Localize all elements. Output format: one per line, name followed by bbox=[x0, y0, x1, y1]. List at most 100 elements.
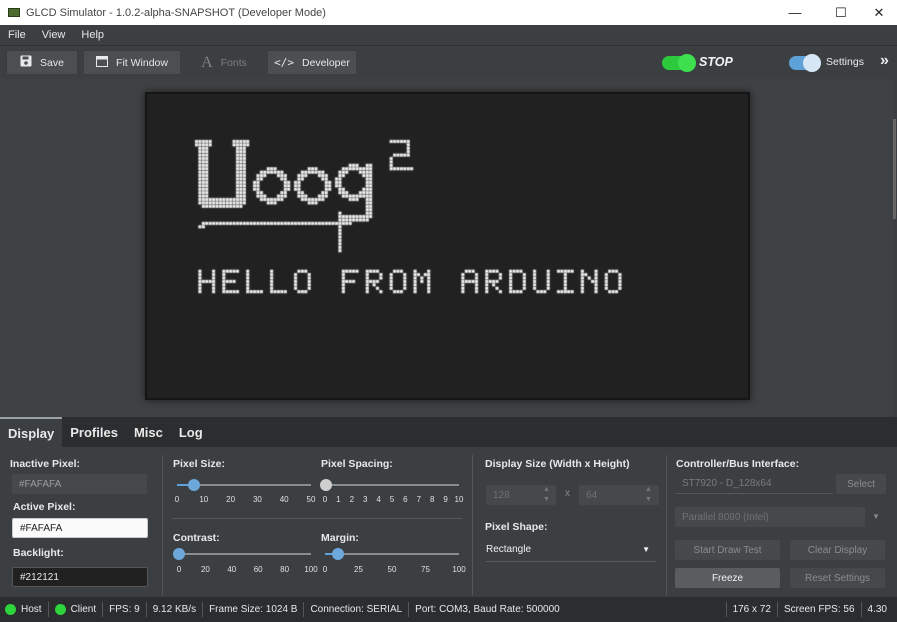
minimize-icon: — bbox=[788, 5, 802, 20]
client-status: Client bbox=[49, 602, 104, 617]
inactive-pixel-field[interactable]: #FAFAFA bbox=[12, 474, 147, 494]
glcd-pixel-canvas[interactable] bbox=[147, 94, 748, 398]
tab-misc[interactable]: Misc bbox=[126, 417, 171, 447]
pixel-shape-select[interactable]: Rectangle ▼ bbox=[480, 539, 656, 559]
menu-file[interactable]: File bbox=[8, 29, 26, 41]
margin-ticks: 0 25 50 75 100 bbox=[323, 565, 466, 575]
tick-label: 20 bbox=[226, 495, 236, 504]
stop-label: STOP bbox=[699, 55, 733, 69]
tick-label: 4 bbox=[376, 495, 381, 504]
scrollbar-thumb[interactable] bbox=[893, 119, 896, 219]
stop-toggle[interactable] bbox=[662, 54, 696, 72]
column-divider bbox=[666, 455, 667, 595]
font-icon: A bbox=[201, 53, 213, 71]
tick-label: 60 bbox=[253, 565, 263, 574]
contrast-slider[interactable] bbox=[173, 548, 311, 560]
tick-label: 10 bbox=[454, 495, 464, 504]
size-separator: x bbox=[565, 488, 570, 499]
fonts-label: Fonts bbox=[220, 56, 247, 69]
close-button[interactable]: ✕ bbox=[862, 0, 896, 25]
screen-fps-readout: Screen FPS: 56 bbox=[778, 602, 862, 617]
connection-readout: Connection: SERIAL bbox=[304, 602, 410, 617]
app-icon bbox=[8, 8, 20, 17]
tab-log[interactable]: Log bbox=[171, 417, 211, 447]
expand-chevron-icon[interactable]: » bbox=[880, 52, 889, 70]
menu-view[interactable]: View bbox=[42, 29, 66, 41]
host-status-dot-icon bbox=[5, 604, 16, 615]
freeze-button[interactable]: Freeze bbox=[675, 568, 780, 588]
start-draw-test-button[interactable]: Start Draw Test bbox=[675, 540, 780, 560]
tick-label: 10 bbox=[199, 495, 209, 504]
tick-label: 30 bbox=[252, 495, 262, 504]
tick-label: 5 bbox=[389, 495, 395, 504]
settings-tabs: Display Profiles Misc Log bbox=[0, 417, 897, 447]
resolution-readout: 176 x 72 bbox=[725, 602, 778, 617]
developer-label: Developer bbox=[302, 56, 350, 69]
pixel-size-thumb[interactable] bbox=[188, 479, 200, 491]
window-title: GLCD Simulator - 1.0.2-alpha-SNAPSHOT (D… bbox=[26, 6, 326, 19]
margin-label: Margin: bbox=[321, 532, 359, 544]
settings-toggle[interactable] bbox=[789, 54, 821, 72]
maximize-button[interactable]: ☐ bbox=[824, 0, 858, 25]
pixel-size-slider[interactable] bbox=[177, 479, 311, 491]
contrast-ticks: 0 20 40 60 80 100 bbox=[177, 565, 318, 575]
slider-divider bbox=[172, 518, 462, 519]
status-bar: Host Client FPS: 9 9.12 KB/s Frame Size:… bbox=[0, 597, 897, 622]
contrast-thumb[interactable] bbox=[173, 548, 185, 560]
tick-label: 0 bbox=[174, 495, 180, 504]
tick-label: 0 bbox=[322, 495, 328, 504]
settings-toggle-knob bbox=[803, 54, 821, 72]
save-button[interactable]: Save bbox=[6, 50, 78, 75]
active-pixel-label: Active Pixel: bbox=[13, 501, 76, 513]
display-settings-panel: Inactive Pixel: #FAFAFA Active Pixel: #F… bbox=[0, 447, 897, 597]
code-icon: </> bbox=[274, 56, 294, 69]
tab-profiles[interactable]: Profiles bbox=[62, 417, 126, 447]
fonts-button[interactable]: A Fonts bbox=[186, 50, 262, 75]
backlight-field[interactable]: #212121 bbox=[12, 567, 148, 587]
client-label: Client bbox=[70, 604, 97, 615]
reset-settings-button[interactable]: Reset Settings bbox=[790, 568, 885, 588]
select-controller-button[interactable]: Select bbox=[836, 474, 886, 494]
contrast-label: Contrast: bbox=[173, 532, 220, 544]
column-divider bbox=[162, 455, 163, 595]
developer-button[interactable]: </> Developer bbox=[267, 50, 357, 75]
pixel-spacing-ticks: 0 1 2 3 4 5 6 7 8 9 10 bbox=[322, 495, 464, 505]
margin-slider[interactable] bbox=[325, 548, 459, 560]
fit-window-button[interactable]: Fit Window bbox=[83, 50, 181, 75]
client-status-dot-icon bbox=[54, 604, 66, 615]
clear-display-button[interactable]: Clear Display bbox=[790, 540, 885, 560]
controller-label: Controller/Bus Interface: bbox=[676, 458, 800, 470]
tick-label: 25 bbox=[354, 565, 363, 574]
fps-readout: FPS: 9 bbox=[103, 602, 147, 617]
vertical-scrollbar[interactable] bbox=[893, 79, 897, 417]
bus-interface-select[interactable]: Parallel 8080 (Intel) bbox=[675, 507, 865, 527]
host-status: Host bbox=[0, 602, 49, 617]
minimize-button[interactable]: — bbox=[778, 0, 812, 25]
tick-label: 3 bbox=[362, 495, 368, 504]
tick-label: 40 bbox=[227, 565, 237, 574]
frame-size-readout: Frame Size: 1024 B bbox=[203, 602, 305, 617]
margin-thumb[interactable] bbox=[332, 548, 344, 560]
width-stepper-icon[interactable]: ▲ ▼ bbox=[543, 485, 550, 505]
column-divider bbox=[472, 455, 473, 595]
pixel-spacing-label: Pixel Spacing: bbox=[321, 458, 393, 470]
pixel-spacing-slider[interactable] bbox=[320, 479, 459, 491]
pixel-spacing-thumb[interactable] bbox=[320, 479, 332, 491]
active-pixel-field[interactable]: #FAFAFA bbox=[12, 518, 148, 538]
tick-label: 20 bbox=[200, 565, 210, 574]
menu-help[interactable]: Help bbox=[81, 29, 104, 41]
bus-chevron-down-icon[interactable]: ▼ bbox=[872, 512, 880, 521]
pixel-size-ticks: 0 10 20 30 40 50 bbox=[174, 495, 316, 505]
height-stepper-icon[interactable]: ▲ ▼ bbox=[645, 485, 652, 505]
chevron-down-icon: ▼ bbox=[642, 544, 650, 554]
title-bar: GLCD Simulator - 1.0.2-alpha-SNAPSHOT (D… bbox=[0, 0, 897, 25]
controller-field[interactable]: ST7920 - D_128x64 bbox=[675, 474, 833, 494]
tick-label: 1 bbox=[336, 495, 341, 504]
tab-display[interactable]: Display bbox=[0, 417, 63, 447]
close-icon: ✕ bbox=[873, 4, 885, 20]
display-size-label: Display Size (Width x Height) bbox=[485, 458, 630, 470]
save-label: Save bbox=[40, 56, 64, 69]
settings-label: Settings bbox=[826, 56, 864, 68]
glcd-display bbox=[145, 92, 750, 400]
tick-label: 80 bbox=[280, 565, 290, 574]
